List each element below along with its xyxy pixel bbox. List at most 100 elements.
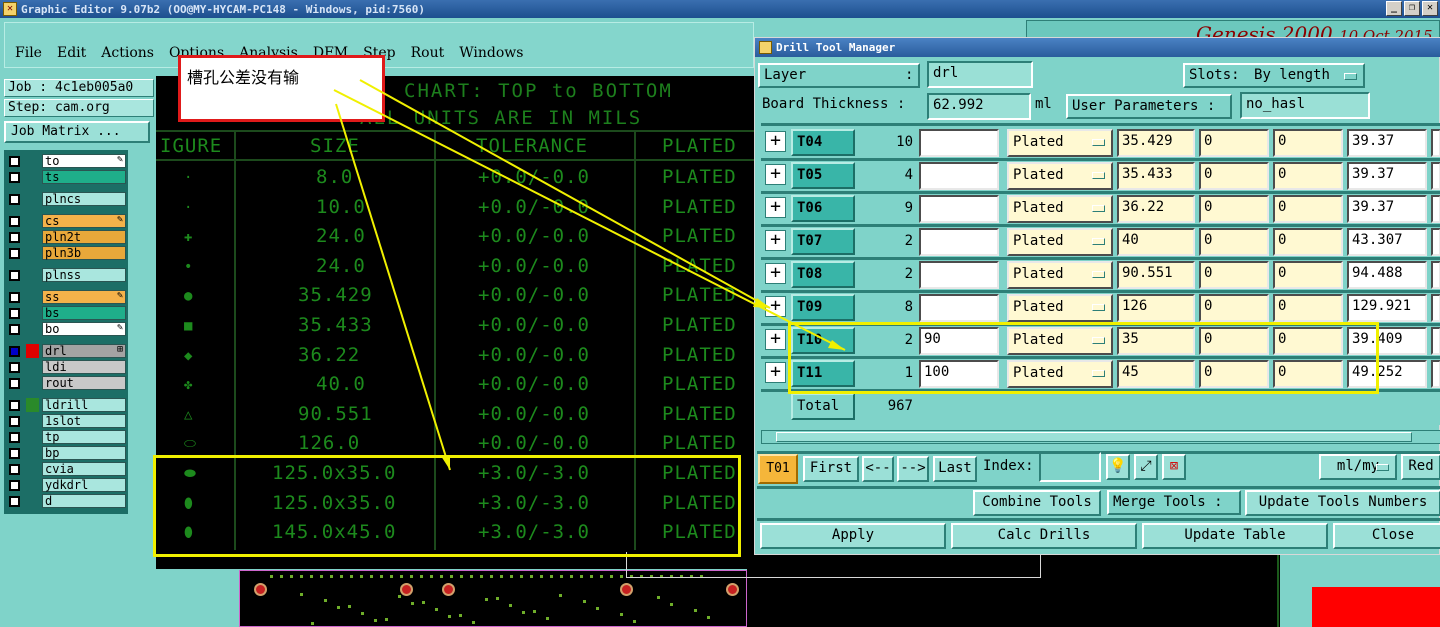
finish-size-input[interactable]: 129.921 (1347, 294, 1427, 322)
tolerance-plus-input[interactable]: 0 (1199, 228, 1269, 256)
apply-button[interactable]: Apply (760, 523, 946, 549)
maximize-button[interactable]: ❐ (1404, 1, 1420, 16)
layer-checkbox[interactable] (9, 362, 20, 373)
layer-checkbox[interactable] (9, 194, 20, 205)
slot-length-input[interactable] (919, 195, 999, 223)
tolerance-plus-input[interactable]: 0 (1199, 162, 1269, 190)
tolerance-plus-input[interactable]: 0 (1199, 195, 1269, 223)
menu-windows[interactable]: Windows (459, 45, 523, 61)
expand-row-icon[interactable]: + (765, 230, 786, 251)
update-tools-numbers-button[interactable]: Update Tools Numbers (1245, 490, 1440, 516)
tolerance-plus-input[interactable]: 0 (1199, 294, 1269, 322)
layer-row-drl[interactable]: drl ⊞ (6, 344, 126, 358)
finish-size-input[interactable]: 39.37 (1347, 195, 1427, 223)
layer-row-ts[interactable]: ts (6, 170, 126, 184)
layer-checkbox[interactable] (9, 216, 20, 227)
tool-button[interactable]: T05 (791, 162, 855, 189)
layer-checkbox[interactable] (9, 480, 20, 491)
expand-row-icon[interactable]: + (765, 362, 786, 383)
tolerance-plus-input[interactable]: 0 (1199, 261, 1269, 289)
layer-checkbox[interactable] (9, 400, 20, 411)
layer-row-bs[interactable]: bs (6, 306, 126, 320)
layer-checkbox[interactable] (9, 346, 20, 357)
layer-row-ldi[interactable]: ldi (6, 360, 126, 374)
expand-row-icon[interactable]: + (765, 197, 786, 218)
tool-button[interactable]: T09 (791, 294, 855, 321)
thickness-value[interactable]: 62.992 (927, 93, 1031, 120)
slot-length-input[interactable] (919, 261, 999, 289)
reduce-button[interactable]: Red (1401, 454, 1440, 480)
finish-size-input[interactable]: 43.307 (1347, 228, 1427, 256)
close-dialog-button[interactable]: Close (1333, 523, 1440, 549)
layer-row-plnss[interactable]: plnss (6, 268, 126, 282)
layer-checkbox[interactable] (9, 248, 20, 259)
tolerance-minus-input[interactable]: 0 (1273, 294, 1343, 322)
slots-dropdown[interactable]: Slots: By length (1183, 63, 1365, 88)
first-button[interactable]: First (803, 456, 859, 482)
expand-row-icon[interactable]: + (765, 164, 786, 185)
menu-edit[interactable]: Edit (57, 45, 86, 61)
layer-checkbox[interactable] (9, 172, 20, 183)
tolerance-minus-input[interactable]: 0 (1273, 228, 1343, 256)
menu-rout[interactable]: Rout (411, 45, 445, 61)
job-matrix-button[interactable]: Job Matrix ... (4, 121, 150, 143)
layer-checkbox[interactable] (9, 324, 20, 335)
close-button[interactable]: ✕ (1422, 1, 1438, 16)
tolerance-minus-input[interactable]: 0 (1273, 162, 1343, 190)
layer-checkbox[interactable] (9, 378, 20, 389)
layer-checkbox[interactable] (9, 270, 20, 281)
layer-checkbox[interactable] (9, 416, 20, 427)
layer-row-cs[interactable]: cs ✎ (6, 214, 126, 228)
layer-row-pln2t[interactable]: pln2t (6, 230, 126, 244)
expand-row-icon[interactable]: + (765, 263, 786, 284)
scroll-thumb[interactable] (776, 432, 1412, 442)
menu-file[interactable]: File (15, 45, 42, 61)
slot-length-input[interactable] (919, 129, 999, 157)
drill-size-input[interactable]: 126 (1117, 294, 1195, 322)
units-dropdown[interactable]: ml/my (1319, 454, 1397, 480)
tolerance-minus-input[interactable]: 0 (1273, 261, 1343, 289)
layer-checkbox[interactable] (9, 308, 20, 319)
layer-row-plncs[interactable]: plncs (6, 192, 126, 206)
drill-size-input[interactable]: 35.433 (1117, 162, 1195, 190)
tolerance-plus-input[interactable]: 0 (1199, 129, 1269, 157)
layer-row-d[interactable]: d (6, 494, 126, 508)
minimize-button[interactable]: _ (1386, 1, 1402, 16)
layer-row-tp[interactable]: tp (6, 430, 126, 444)
layer-row-to[interactable]: to ✎ (6, 154, 126, 168)
plated-dropdown[interactable]: Plated (1007, 228, 1113, 256)
layer-checkbox[interactable] (9, 156, 20, 167)
plated-dropdown[interactable]: Plated (1007, 129, 1113, 157)
layer-row-ldrill[interactable]: ldrill (6, 398, 126, 412)
horizontal-scrollbar[interactable] (761, 430, 1440, 444)
tool-button[interactable]: T04 (791, 129, 855, 156)
drill-size-input[interactable]: 35.429 (1117, 129, 1195, 157)
expand-row-icon[interactable]: + (765, 131, 786, 152)
layer-row-1slot[interactable]: 1slot (6, 414, 126, 428)
finish-size-input[interactable]: 39.37 (1347, 129, 1427, 157)
drill-size-input[interactable]: 90.551 (1117, 261, 1195, 289)
calc-drills-button[interactable]: Calc Drills (951, 523, 1137, 549)
layer-checkbox[interactable] (9, 432, 20, 443)
plated-dropdown[interactable]: Plated (1007, 162, 1113, 190)
layer-checkbox[interactable] (9, 448, 20, 459)
tolerance-minus-input[interactable]: 0 (1273, 129, 1343, 157)
expand-icon[interactable]: ⤢ (1134, 454, 1158, 480)
update-table-button[interactable]: Update Table (1142, 523, 1328, 549)
menu-actions[interactable]: Actions (101, 45, 154, 61)
slot-length-input[interactable] (919, 162, 999, 190)
layer-checkbox[interactable] (9, 496, 20, 507)
index-input[interactable] (1039, 452, 1101, 482)
plated-dropdown[interactable]: Plated (1007, 195, 1113, 223)
layer-checkbox[interactable] (9, 232, 20, 243)
layer-row-ydkdrl[interactable]: ydkdrl (6, 478, 126, 492)
tool-button[interactable]: T06 (791, 195, 855, 222)
expand-row-icon[interactable]: + (765, 296, 786, 317)
cancel-icon[interactable]: ⊠ (1162, 454, 1186, 480)
layer-value[interactable]: drl (927, 61, 1033, 88)
plated-dropdown[interactable]: Plated (1007, 261, 1113, 289)
next-button[interactable]: --> (897, 456, 929, 482)
last-button[interactable]: Last (933, 456, 977, 482)
layer-row-bo[interactable]: bo ✎ (6, 322, 126, 336)
combine-tools-button[interactable]: Combine Tools (973, 490, 1101, 516)
